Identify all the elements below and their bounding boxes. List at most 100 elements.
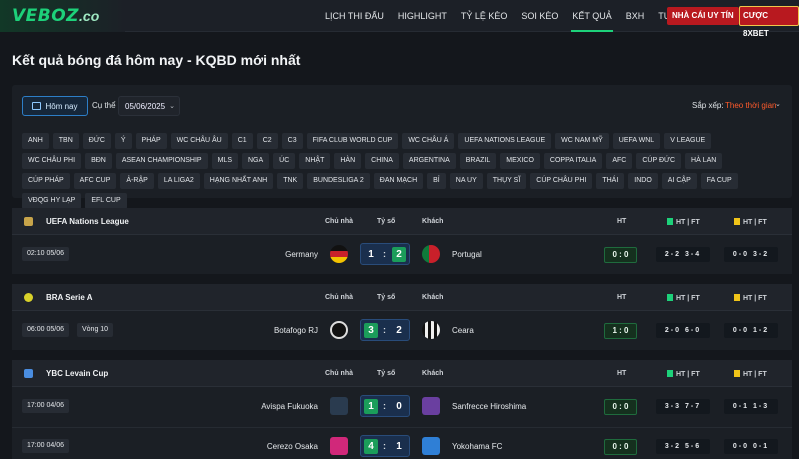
date-label: Cụ thể [92,101,116,110]
score-box: 1 : 2 [360,243,410,265]
league-chip[interactable]: HẠNG NHẤT ANH [203,173,274,189]
away-team[interactable]: Ceara [452,326,474,335]
league-name[interactable]: BRA Serie A [46,293,93,302]
match-row[interactable]: 17:00 04/06 Avispa Fukuoka 1 : 0 Sanfrec… [12,388,792,426]
league-chip[interactable]: WC NAM MỸ [555,133,609,149]
today-button[interactable]: Hôm nay [22,96,88,116]
league-chip[interactable]: AI CẬP [661,173,697,189]
sort-label: Sắp xếp: [692,101,724,110]
site-logo[interactable]: VEBOZ.co [0,0,125,32]
home-team[interactable]: Cerezo Osaka [267,442,318,451]
bet-8xbet-button[interactable]: CƯỢC 8XBET [739,6,799,38]
league-chip[interactable]: WC CHÂU PHI [22,153,82,169]
col-cards: HT | FT [734,294,767,302]
match-row[interactable]: 06:00 05/06 Vòng 10 Botafogo RJ 3 : 2 Ce… [12,312,792,350]
league-name[interactable]: YBC Levain Cup [46,369,108,378]
away-team[interactable]: Portugal [452,250,482,259]
league-chip[interactable]: V LEAGUE [664,133,712,149]
league-chip[interactable]: BUNDESLIGA 2 [307,173,370,189]
league-chip[interactable]: ARGENTINA [402,153,456,169]
league-chip[interactable]: AFC CUP [73,173,117,189]
league-chip[interactable]: ĐAN MẠCH [373,173,424,189]
away-team[interactable]: Sanfrecce Hiroshima [452,402,526,411]
league-chip[interactable]: CÚP CHÂU PHI [530,173,593,189]
halftime-score: 0 : 0 [604,439,637,455]
league-chip[interactable]: TBN [52,133,79,149]
league-chip[interactable]: C3 [281,133,303,149]
calendar-icon [32,102,42,110]
league-chip[interactable]: ANH [22,133,49,149]
league-chip-list: ANH TBN ĐỨC Ý PHÁP WC CHÂU ÂU C1 C2 C3 FIFA CLUB … [22,133,762,209]
league-chip[interactable]: THÁI [596,173,625,189]
nav-lich-thi-dau[interactable]: LỊCH THI ĐẤU [318,0,391,32]
league-chip[interactable]: FIFA CLUB WORLD CUP [306,133,399,149]
league-chip[interactable]: Ả-RẬP [120,173,154,189]
league-chip[interactable]: UEFA NATIONS LEAGUE [458,133,552,149]
date-select[interactable]: 05/06/2025 ⌄ [118,96,180,116]
cards-stat: 0-0 0-1 [724,439,778,454]
nav-ty-le-keo[interactable]: TỶ LỆ KÈO [454,0,515,32]
league-chip[interactable]: CÚP ĐỨC [636,153,682,169]
home-team[interactable]: Germany [285,250,318,259]
top-navbar: VEBOZ.co LỊCH THI ĐẤU HIGHLIGHT TỶ LỆ KÈ… [0,0,799,38]
league-chip[interactable]: VĐQG HY LẠP [22,193,82,209]
league-chip[interactable]: EFL CUP [85,193,127,209]
league-chip[interactable]: Ý [114,133,132,149]
match-round: Vòng 10 [77,323,114,337]
league-chip[interactable]: PHÁP [135,133,167,149]
nav-soi-keo[interactable]: SOI KÈO [514,0,565,32]
col-home: Chủ nhà [325,294,353,301]
league-chip[interactable]: ÚC [273,153,296,169]
league-chip[interactable]: BRAZIL [459,153,497,169]
col-cards: HT | FT [734,218,767,226]
league-chip[interactable]: MEXICO [500,153,540,169]
league-chip[interactable]: UEFA WNL [612,133,661,149]
nav-ket-qua[interactable]: KẾT QUẢ [565,0,618,32]
league-chip[interactable]: CÚP PHÁP [22,173,70,189]
league-chip[interactable]: HÀN [334,153,362,169]
league-name[interactable]: UEFA Nations League [46,217,129,226]
league-chip[interactable]: INDO [628,173,658,189]
league-chip[interactable]: WC CHÂU Á [402,133,455,149]
league-chip[interactable]: AFC [606,153,633,169]
sort-select[interactable]: Theo thời gian [725,101,777,110]
league-chip[interactable]: WC CHÂU ÂU [170,133,228,149]
league-chip[interactable]: MLS [211,153,238,169]
home-team[interactable]: Avispa Fukuoka [261,402,318,411]
league-chip[interactable]: FA CUP [700,173,738,189]
league-chip[interactable]: NHẬT [299,153,331,169]
col-away: Khách [422,218,444,225]
corner-flag-icon [667,218,673,225]
league-chip[interactable]: C2 [256,133,278,149]
league-chip[interactable]: BỈ [427,173,446,189]
league-block: UEFA Nations League Chủ nhà Tỷ số Khách … [12,208,792,274]
home-score: 4 [364,439,378,454]
away-crest-icon [422,437,440,455]
league-chip[interactable]: COPPA ITALIA [543,153,603,169]
yellow-card-icon [734,218,740,225]
home-score: 1 [368,249,374,260]
home-team[interactable]: Botafogo RJ [274,326,318,335]
league-chip[interactable]: ĐỨC [82,133,111,149]
league-chip[interactable]: CHINA [365,153,399,169]
trusted-bookmaker-button[interactable]: NHÀ CÁI UY TÍN [667,7,739,25]
nav-bxh[interactable]: BXH [619,0,652,32]
league-chip[interactable]: NA UY [449,173,483,189]
home-flag-icon [330,245,348,263]
away-crest-icon [422,397,440,415]
away-score: 0 [396,401,402,412]
league-chip[interactable]: LA LIGA2 [157,173,200,189]
league-chip[interactable]: NGA [242,153,270,169]
away-team[interactable]: Yokohama FC [452,442,502,451]
match-row[interactable]: 17:00 04/06 Cerezo Osaka 4 : 1 Yokohama … [12,427,792,459]
league-chip[interactable]: THỤY SĨ [486,173,527,189]
league-chip[interactable]: ASEAN CHAMPIONSHIP [115,153,208,169]
match-row[interactable]: 02:10 05/06 Germany 1 : 2 Portugal 0 : 0… [12,236,792,274]
col-away: Khách [422,370,444,377]
league-chip[interactable]: C1 [231,133,253,149]
league-chip[interactable]: HÀ LAN [685,153,723,169]
league-chip[interactable]: BĐN [85,153,112,169]
nav-highlight[interactable]: HIGHLIGHT [391,0,454,32]
score-box: 1 : 0 [360,395,410,417]
league-chip[interactable]: TNK [277,173,304,189]
